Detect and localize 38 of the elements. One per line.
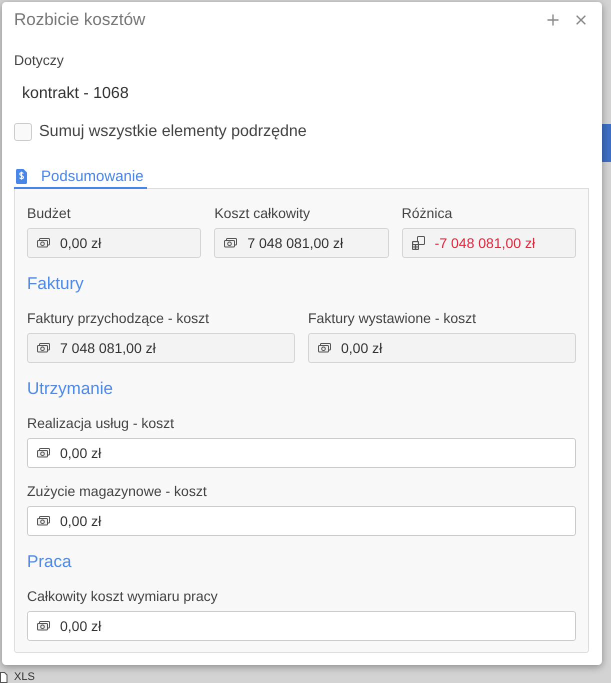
amount-field[interactable]: 0,00 zł [27, 611, 576, 641]
amount-field[interactable]: 0,00 zł [27, 438, 576, 468]
banknote-icon [37, 516, 50, 526]
amount-field[interactable]: 0,00 zł [27, 506, 576, 536]
related-item-value: kontrakt - 1068 [22, 84, 130, 104]
field-label: Faktury wystawione - koszt [308, 309, 478, 328]
section-heading: Faktury [27, 273, 85, 295]
file-icon [0, 672, 8, 683]
backdrop-row-highlight [602, 124, 611, 162]
banknote-icon [37, 448, 50, 458]
amount-field: 7 048 081,00 zł [214, 228, 389, 258]
dollar-document-icon [16, 168, 27, 184]
field-label: Realizacja usług - koszt [27, 414, 176, 433]
field-label: Dotyczy [14, 51, 65, 70]
banknote-icon [318, 343, 331, 353]
field-label: Koszt całkowity [214, 204, 312, 223]
file-type-label: XLS [14, 672, 35, 683]
amount-field: 0,00 zł [27, 228, 202, 258]
dialog-title: Rozbicie kosztów [14, 10, 146, 30]
amount-field: 7 048 081,00 zł [27, 333, 295, 363]
field-label: Całkowity koszt wymiaru pracy [27, 587, 219, 606]
amount-field: 0,00 zł [308, 333, 576, 363]
calculator-icon [412, 236, 425, 250]
checkbox-label[interactable]: Sumuj wszystkie elementy podrzędne [39, 123, 307, 141]
banknote-icon [37, 238, 50, 248]
field-label: Zużycie magazynowe - koszt [27, 482, 208, 501]
plus-icon[interactable] [547, 14, 559, 26]
banknote-icon [37, 343, 50, 353]
banknote-icon [224, 238, 238, 248]
field-label: Różnica [402, 204, 454, 223]
amount-field: -7 048 081,00 zł [402, 228, 576, 258]
section-heading: Utrzymanie [27, 378, 114, 400]
checkbox[interactable] [14, 123, 32, 141]
close-icon[interactable] [576, 15, 586, 25]
field-label: Faktury przychodzące - koszt [27, 309, 210, 328]
field-label: Budżet [27, 204, 72, 223]
section-heading: Praca [27, 551, 72, 573]
banknote-icon [37, 621, 50, 631]
